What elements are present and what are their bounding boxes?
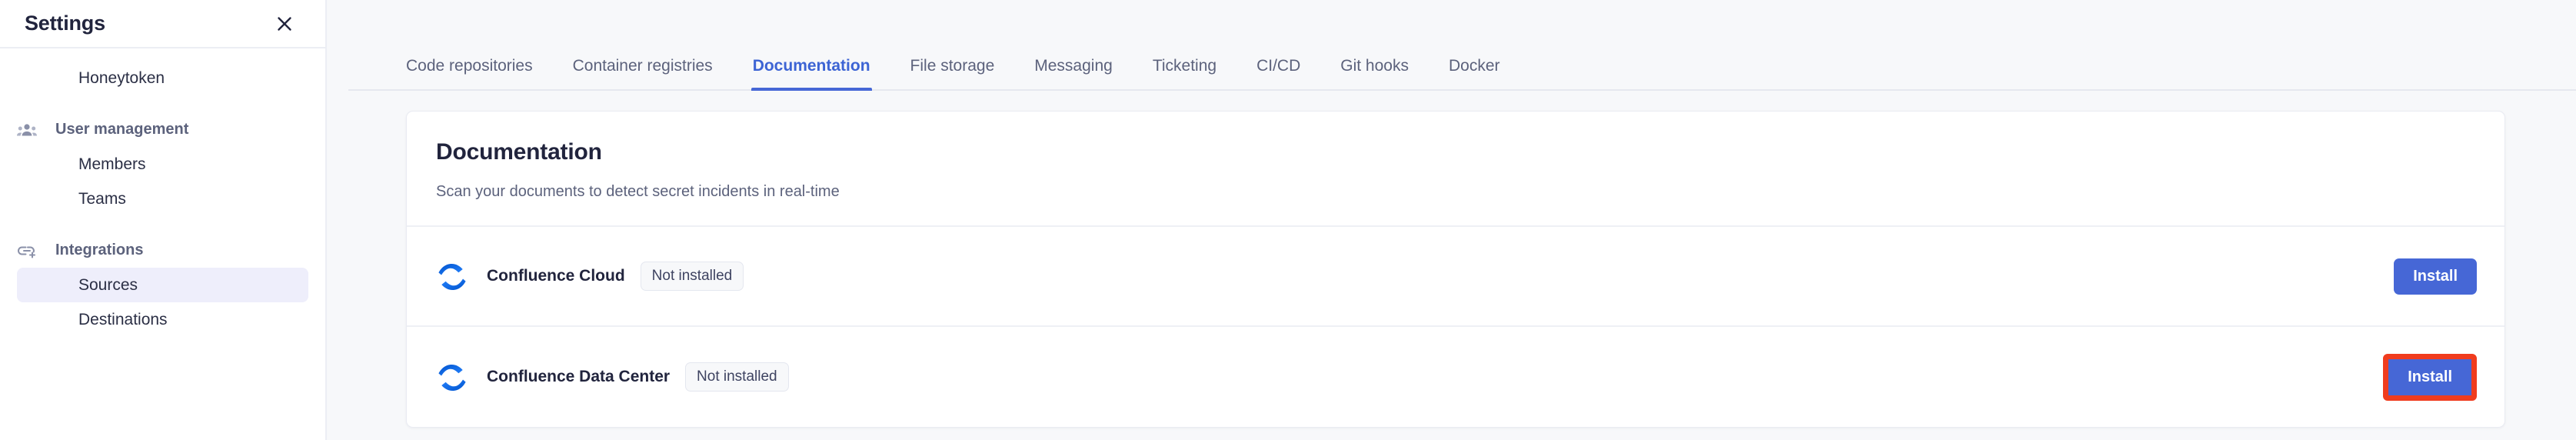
sidebar-nav: Honeytoken User management Members Teams… bbox=[0, 48, 325, 440]
highlight-annotation: Install bbox=[2383, 353, 2477, 401]
sidebar-item-label: Members bbox=[78, 155, 146, 173]
sidebar-item-honeytoken[interactable]: Honeytoken bbox=[17, 61, 308, 95]
main-content: Code repositories Container registries D… bbox=[327, 0, 2576, 440]
integration-info: Confluence Data Center Not installed bbox=[436, 361, 2383, 393]
integration-info: Confluence Cloud Not installed bbox=[436, 260, 2394, 292]
sidebar-group-integrations[interactable]: Integrations bbox=[0, 233, 325, 268]
sidebar-item-label: Teams bbox=[78, 189, 126, 208]
sidebar-item-label: Honeytoken bbox=[78, 68, 165, 87]
tab-container-registries[interactable]: Container registries bbox=[573, 57, 713, 89]
documentation-card: Documentation Scan your documents to det… bbox=[406, 111, 2505, 428]
tab-messaging[interactable]: Messaging bbox=[1034, 57, 1113, 89]
tab-code-repositories[interactable]: Code repositories bbox=[406, 57, 533, 89]
card-title: Documentation bbox=[436, 139, 602, 165]
sidebar-item-members[interactable]: Members bbox=[17, 147, 308, 182]
sidebar-group-user-management[interactable]: User management bbox=[0, 112, 325, 147]
tab-cicd[interactable]: CI/CD bbox=[1256, 57, 1300, 89]
link-plus-icon bbox=[17, 243, 40, 258]
tab-documentation[interactable]: Documentation bbox=[751, 57, 872, 91]
sidebar-item-label: Sources bbox=[78, 275, 138, 294]
integration-category-tabs: Code repositories Container registries D… bbox=[348, 0, 2576, 91]
page-title: Settings bbox=[25, 12, 105, 35]
sidebar-item-teams[interactable]: Teams bbox=[17, 182, 308, 216]
users-group-icon bbox=[17, 122, 40, 138]
confluence-logo-icon bbox=[436, 361, 468, 393]
settings-sidebar: Settings Honeytoken User management Memb… bbox=[0, 0, 327, 440]
install-button[interactable]: Install bbox=[2388, 358, 2471, 395]
sidebar-item-sources[interactable]: Sources bbox=[17, 268, 308, 302]
card-subtitle: Scan your documents to detect secret inc… bbox=[436, 183, 840, 200]
tab-file-storage[interactable]: File storage bbox=[910, 57, 995, 89]
install-button[interactable]: Install bbox=[2394, 258, 2477, 295]
status-badge: Not installed bbox=[685, 362, 789, 392]
close-icon[interactable] bbox=[271, 11, 298, 37]
settings-modal: Settings Honeytoken User management Memb… bbox=[0, 0, 2576, 440]
tab-ticketing[interactable]: Ticketing bbox=[1153, 57, 1216, 89]
card-header: Documentation Scan your documents to det… bbox=[407, 112, 2504, 227]
confluence-logo-icon bbox=[436, 260, 468, 292]
sidebar-item-destinations[interactable]: Destinations bbox=[17, 302, 308, 337]
sidebar-group-label: User management bbox=[55, 121, 189, 138]
tab-git-hooks[interactable]: Git hooks bbox=[1340, 57, 1409, 89]
table-row: Confluence Data Center Not installed Ins… bbox=[407, 327, 2504, 427]
integration-name: Confluence Cloud bbox=[487, 267, 625, 285]
table-row: Confluence Cloud Not installed Install bbox=[407, 227, 2504, 327]
integration-name: Confluence Data Center bbox=[487, 368, 671, 385]
sidebar-item-label: Destinations bbox=[78, 310, 168, 328]
sidebar-header: Settings bbox=[0, 0, 325, 48]
status-badge: Not installed bbox=[640, 262, 744, 291]
tab-docker[interactable]: Docker bbox=[1449, 57, 1500, 89]
sidebar-group-label: Integrations bbox=[55, 242, 144, 258]
